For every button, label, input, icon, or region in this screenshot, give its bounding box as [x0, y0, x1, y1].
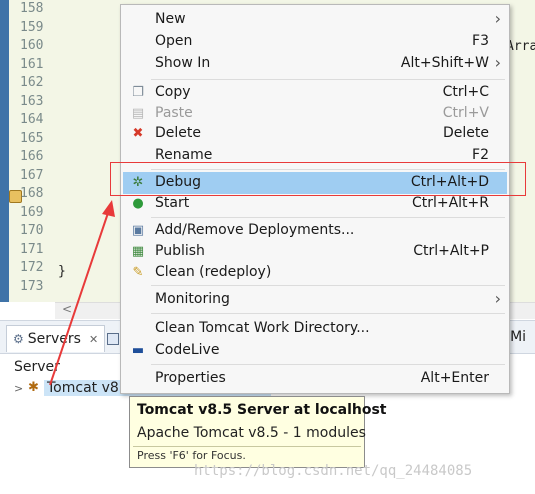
tooltip-body: Apache Tomcat v8.5 - 1 modules — [137, 425, 366, 441]
column-header-server: Server — [14, 359, 60, 375]
deployments-icon: ▣ — [131, 223, 145, 238]
menu-shortcut: Delete — [443, 125, 489, 141]
submenu-arrow-icon: › — [494, 289, 501, 308]
close-icon[interactable]: ✕ — [89, 333, 98, 346]
tooltip-title: Tomcat v8.5 Server at localhost — [137, 402, 387, 418]
menu-item-clean-tomcat-work-directory[interactable]: Clean Tomcat Work Directory... — [123, 318, 507, 340]
line-number: 162 — [20, 75, 44, 90]
line-number: 159 — [20, 19, 44, 35]
menu-label: Paste — [155, 105, 193, 121]
line-number: 170 — [20, 223, 44, 238]
menu-item-add-remove-deployments[interactable]: ▣ Add/Remove Deployments... — [123, 220, 507, 242]
menu-label: Monitoring — [155, 291, 230, 307]
tab-servers-label: Servers — [27, 331, 81, 347]
menu-shortcut: Alt+Enter — [420, 370, 489, 386]
line-number: 171 — [20, 241, 44, 257]
line-number: 163 — [20, 93, 44, 109]
submenu-arrow-icon: › — [494, 53, 501, 72]
menu-item-monitoring[interactable]: Monitoring › — [123, 289, 507, 311]
menu-shortcut: Alt+Shift+W — [400, 55, 489, 71]
menu-shortcut: Ctrl+C — [442, 84, 489, 100]
menu-item-start[interactable]: ● Start Ctrl+Alt+R — [123, 193, 507, 215]
menu-item-copy[interactable]: ❐ Copy Ctrl+C — [123, 82, 507, 104]
start-icon: ● — [132, 196, 144, 211]
menu-label: Properties — [155, 370, 226, 386]
menu-item-show-in[interactable]: Show In Alt+Shift+W › — [123, 53, 507, 75]
menu-item-clean[interactable]: ✎ Clean (redeploy) — [123, 262, 507, 284]
menu-label: Delete — [155, 125, 201, 141]
menu-separator — [151, 79, 505, 80]
paste-icon: ▤ — [131, 106, 145, 121]
menu-item-new[interactable]: New › — [123, 9, 507, 31]
menu-shortcut: Ctrl+V — [442, 105, 489, 121]
menu-label: Publish — [155, 243, 205, 259]
tooltip-separator — [133, 446, 361, 447]
tooltip-focus-hint: Press 'F6' for Focus. — [137, 449, 246, 462]
watermark: https://blog.csdn.net/qq_24484085 — [194, 463, 473, 479]
menu-label: Add/Remove Deployments... — [155, 222, 355, 238]
codelive-icon: ▬ — [131, 343, 145, 358]
line-number: 161 — [20, 56, 44, 72]
menu-item-properties[interactable]: Properties Alt+Enter — [123, 368, 507, 390]
menu-label: Open — [155, 33, 193, 49]
server-tooltip: Tomcat v8.5 Server at localhost Apache T… — [129, 396, 386, 468]
menu-item-delete[interactable]: ✖ Delete Delete — [123, 123, 507, 145]
editor-overview-bar — [0, 0, 9, 302]
chevron-right-icon[interactable]: > — [14, 382, 28, 395]
closing-brace: } — [58, 264, 66, 279]
menu-label: Clean (redeploy) — [155, 264, 272, 280]
copy-icon: ❐ — [132, 85, 144, 100]
menu-shortcut: Ctrl+Alt+R — [411, 195, 489, 211]
menu-label: Start — [155, 195, 190, 211]
menu-shortcut: Ctrl+Alt+P — [413, 243, 489, 259]
menu-label: New — [155, 11, 186, 27]
line-number: 168 — [20, 186, 44, 201]
publish-icon: ▦ — [131, 244, 145, 259]
menu-item-paste[interactable]: ▤ Paste Ctrl+V — [123, 103, 507, 125]
menu-shortcut: F3 — [472, 33, 489, 49]
menu-label: Clean Tomcat Work Directory... — [155, 320, 370, 336]
tab-servers[interactable]: ⚙ Servers ✕ — [6, 325, 106, 352]
menu-separator — [151, 313, 505, 314]
menu-shortcut: F2 — [472, 147, 489, 163]
line-number: 165 — [20, 130, 44, 146]
menu-separator — [151, 364, 505, 365]
console-icon[interactable] — [107, 333, 119, 345]
menu-separator — [151, 217, 505, 218]
line-number: 164 — [20, 112, 44, 127]
menu-separator — [151, 285, 505, 286]
line-number: 173 — [20, 278, 44, 294]
menu-label: CodeLive — [155, 342, 220, 358]
line-number: 166 — [20, 149, 44, 164]
menu-label: Copy — [155, 84, 191, 100]
clean-icon: ✎ — [132, 265, 144, 280]
line-number: 158 — [20, 1, 44, 16]
context-menu: New › Open F3 Show In Alt+Shift+W › ❐ Co… — [120, 4, 510, 394]
submenu-arrow-icon: › — [494, 9, 501, 28]
menu-item-open[interactable]: Open F3 — [123, 31, 507, 53]
line-number: 160 — [20, 38, 44, 53]
tomcat-server-icon: ✱ — [28, 380, 39, 395]
delete-icon: ✖ — [132, 126, 144, 141]
annotation-highlight-box — [110, 162, 526, 196]
scroll-left-icon[interactable]: < — [62, 302, 72, 316]
code-fragment: Arra — [506, 39, 535, 54]
line-number: 172 — [20, 260, 44, 275]
menu-item-publish[interactable]: ▦ Publish Ctrl+Alt+P — [123, 241, 507, 263]
line-number: 169 — [20, 204, 44, 220]
menu-item-codelive[interactable]: ▬ CodeLive — [123, 340, 507, 362]
menu-label: Rename — [155, 147, 213, 163]
menu-label: Show In — [155, 55, 211, 71]
servers-icon: ⚙ — [13, 332, 24, 346]
line-number: 167 — [20, 167, 44, 183]
